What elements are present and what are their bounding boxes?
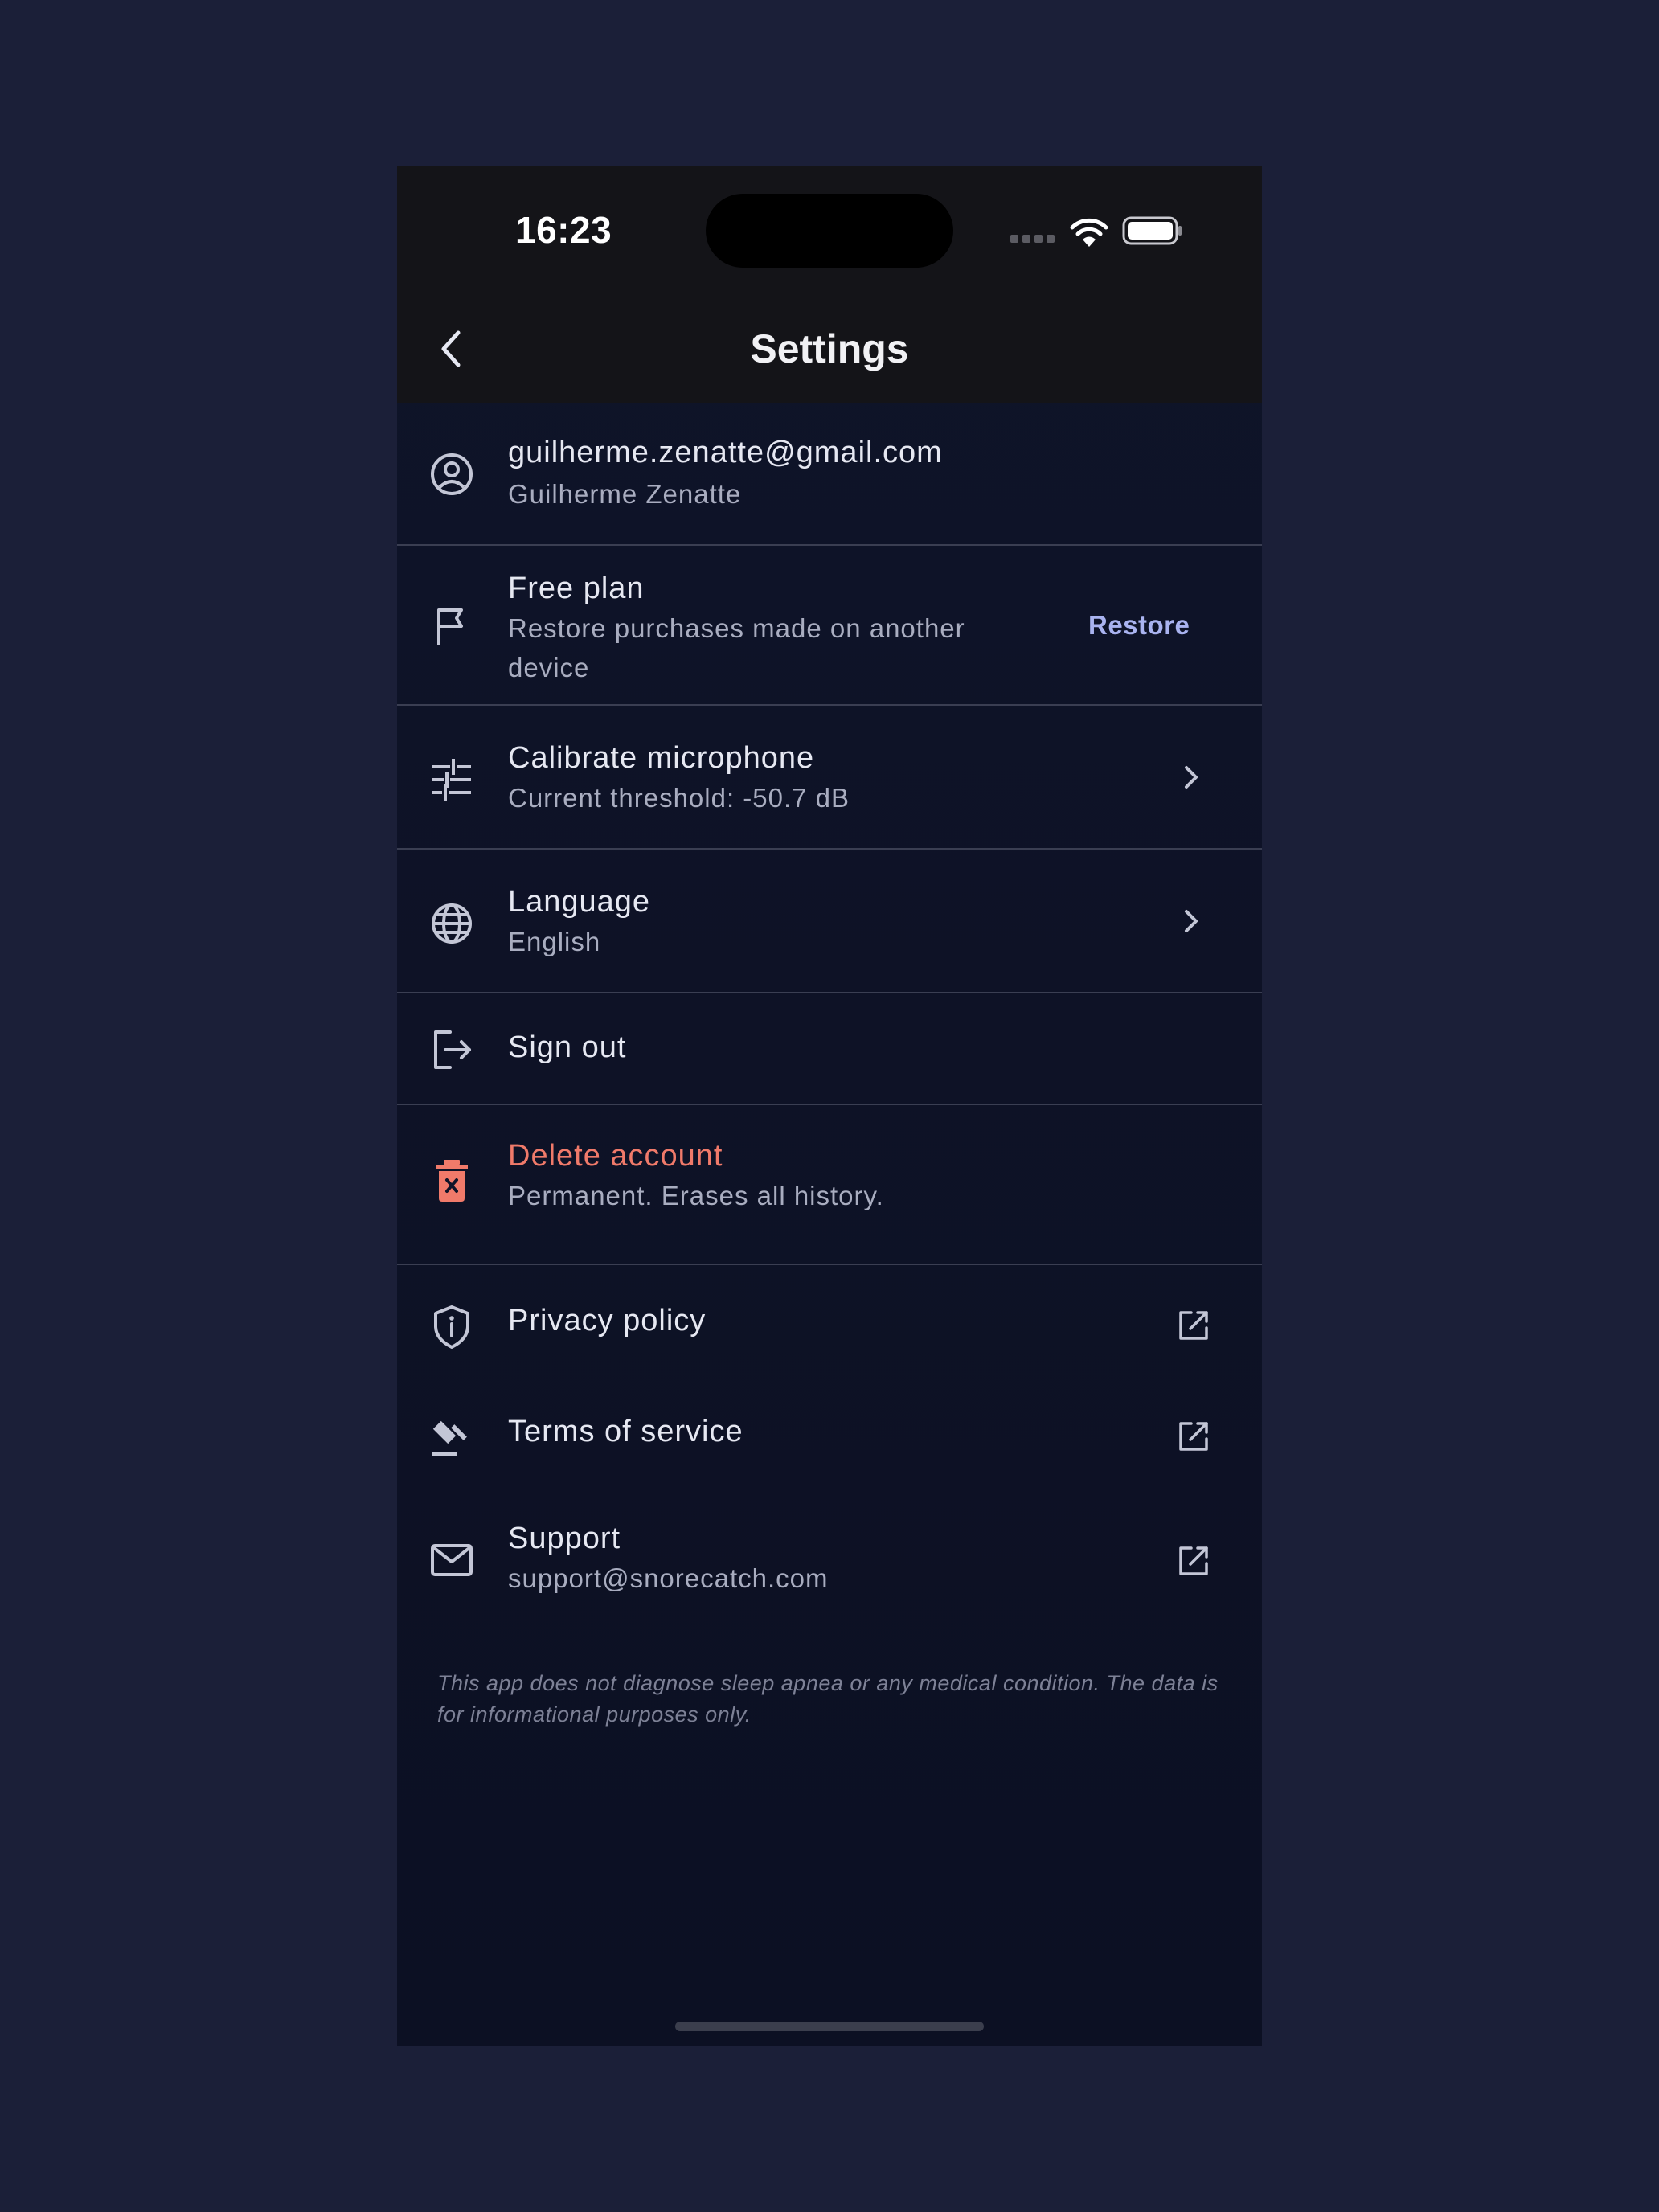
language-title: Language: [508, 885, 651, 919]
home-indicator: [675, 2022, 984, 2031]
dynamic-island: [706, 194, 953, 268]
delete-account-title: Delete account: [508, 1139, 723, 1173]
status-time: 16:23: [515, 209, 612, 251]
user-circle-icon: [428, 450, 476, 498]
terms-of-service-row[interactable]: Terms of service: [397, 1378, 1262, 1489]
privacy-policy-label: Privacy policy: [508, 1304, 707, 1337]
external-link-icon: [1174, 1305, 1214, 1346]
flag-icon: [428, 602, 476, 650]
status-bar: 16:23: [397, 166, 1262, 295]
external-link-icon: [1174, 1416, 1214, 1456]
account-name: Guilherme Zenatte: [508, 479, 742, 509]
support-title: Support: [508, 1522, 621, 1555]
shield-info-icon: [428, 1302, 476, 1350]
delete-account-row[interactable]: Delete account Permanent. Erases all his…: [397, 1105, 1262, 1265]
external-link-icon: [1174, 1541, 1214, 1581]
sliders-icon: [428, 756, 476, 804]
account-email: guilherme.zenatte@gmail.com: [508, 436, 943, 469]
support-row[interactable]: Support support@snorecatch.com: [397, 1489, 1262, 1633]
plan-subtitle: Restore purchases made on another device: [508, 613, 965, 682]
terms-of-service-label: Terms of service: [508, 1415, 743, 1448]
mail-icon: [428, 1536, 476, 1584]
wifi-icon: [1069, 216, 1109, 248]
plan-title: Free plan: [508, 571, 645, 605]
signal-icon: [1010, 235, 1055, 243]
phone-screen: 16:23 Settings guilherme.zenatte@gmail.c…: [397, 166, 1262, 2046]
privacy-policy-row[interactable]: Privacy policy: [397, 1265, 1262, 1378]
calibrate-threshold: Current threshold: -50.7 dB: [508, 783, 850, 813]
page-title: Settings: [750, 326, 909, 371]
language-value: English: [508, 927, 601, 956]
support-email: support@snorecatch.com: [508, 1563, 829, 1593]
sign-out-label: Sign out: [508, 1030, 627, 1064]
sign-out-row[interactable]: Sign out: [397, 993, 1262, 1105]
account-row[interactable]: guilherme.zenatte@gmail.com Guilherme Ze…: [397, 403, 1262, 546]
trash-icon: [428, 1157, 476, 1205]
chevron-right-icon: [1171, 757, 1211, 797]
battery-icon: [1122, 215, 1183, 247]
language-row[interactable]: Language English: [397, 850, 1262, 993]
navigation-bar: Settings: [397, 295, 1262, 403]
restore-button[interactable]: Restore: [1088, 610, 1190, 641]
calibrate-title: Calibrate microphone: [508, 741, 815, 775]
chevron-right-icon: [1171, 901, 1211, 941]
plan-row: Free plan Restore purchases made on anot…: [397, 546, 1262, 706]
calibrate-microphone-row[interactable]: Calibrate microphone Current threshold: …: [397, 706, 1262, 850]
logout-icon: [428, 1026, 476, 1074]
medical-disclaimer: This app does not diagnose sleep apnea o…: [437, 1671, 1219, 1727]
globe-icon: [428, 899, 476, 948]
gavel-icon: [428, 1412, 476, 1460]
delete-account-subtitle: Permanent. Erases all history.: [508, 1181, 884, 1210]
